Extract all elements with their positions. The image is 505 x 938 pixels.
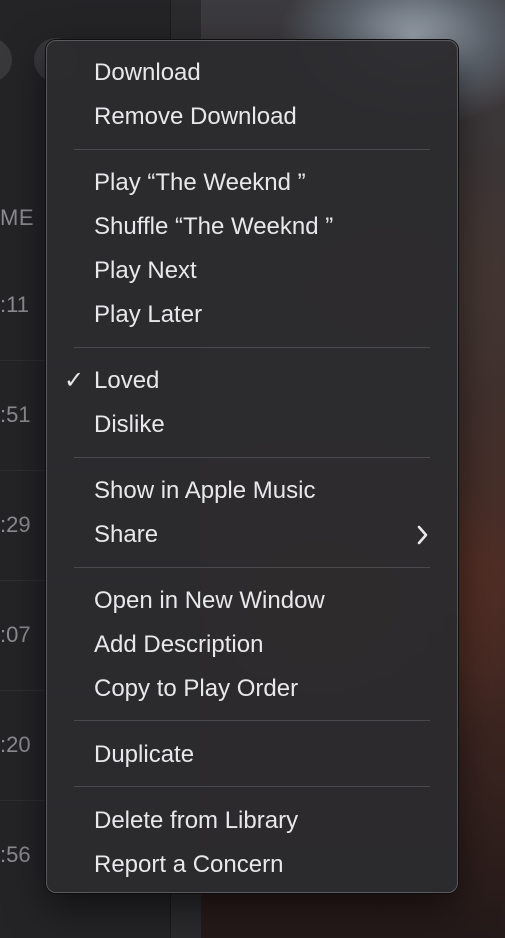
song-duration: :29 xyxy=(0,512,31,537)
menu-separator xyxy=(74,457,430,458)
menu-item-label: Open in New Window xyxy=(94,587,325,614)
menu-item-label: Duplicate xyxy=(94,741,195,768)
menu-item-share[interactable]: Share xyxy=(73,513,431,557)
menu-separator xyxy=(74,720,430,721)
menu-item-label: Share xyxy=(94,521,159,548)
menu-item-label: Shuffle “The Weeknd ” xyxy=(94,213,334,240)
menu-item-label: Show in Apple Music xyxy=(94,477,316,504)
menu-item-label: Remove Download xyxy=(94,103,297,130)
menu-item-loved[interactable]: ✓ Loved xyxy=(64,359,431,403)
chevron-right-icon xyxy=(417,525,428,545)
menu-item-label: Loved xyxy=(94,367,160,394)
context-menu: Download Remove Download Play “The Weekn… xyxy=(46,40,458,893)
menu-item-shuffle[interactable]: Shuffle “The Weeknd ” xyxy=(73,205,431,249)
menu-separator xyxy=(74,149,430,150)
menu-item-play-next[interactable]: Play Next xyxy=(73,249,431,293)
menu-item-label: Play Later xyxy=(94,301,203,328)
menu-item-play-later[interactable]: Play Later xyxy=(73,293,431,337)
menu-item-remove-download[interactable]: Remove Download xyxy=(73,95,431,139)
menu-item-label: Copy to Play Order xyxy=(94,675,299,702)
menu-item-report-a-concern[interactable]: Report a Concern xyxy=(73,843,431,887)
screen: ME :11 :51 :29 :07 :20 :56 Download Remo… xyxy=(0,0,505,938)
menu-item-copy-to-play-order[interactable]: Copy to Play Order xyxy=(73,667,431,711)
menu-item-show-in-apple-music[interactable]: Show in Apple Music xyxy=(73,469,431,513)
song-duration: :07 xyxy=(0,622,31,647)
song-duration: :11 xyxy=(0,292,29,317)
menu-item-play[interactable]: Play “The Weeknd ” xyxy=(73,161,431,205)
menu-item-label: Delete from Library xyxy=(94,807,299,834)
song-duration: :51 xyxy=(0,402,31,427)
menu-item-add-description[interactable]: Add Description xyxy=(73,623,431,667)
menu-item-label: Play “The Weeknd ” xyxy=(94,169,306,196)
menu-item-label: Add Description xyxy=(94,631,264,658)
menu-item-label: Report a Concern xyxy=(94,851,284,878)
menu-item-download[interactable]: Download xyxy=(73,51,431,95)
song-duration: :56 xyxy=(0,842,31,867)
menu-separator xyxy=(74,347,430,348)
toolbar-round-button[interactable] xyxy=(0,38,12,82)
song-duration: :20 xyxy=(0,732,31,757)
checkmark-icon: ✓ xyxy=(64,367,85,394)
menu-item-dislike[interactable]: Dislike xyxy=(73,403,431,447)
menu-item-duplicate[interactable]: Duplicate xyxy=(73,733,431,777)
menu-item-label: Play Next xyxy=(94,257,197,284)
menu-item-open-in-new-window[interactable]: Open in New Window xyxy=(73,579,431,623)
menu-item-delete-from-library[interactable]: Delete from Library xyxy=(73,799,431,843)
time-column-header[interactable]: ME xyxy=(0,205,34,231)
menu-separator xyxy=(74,786,430,787)
menu-item-label: Dislike xyxy=(94,411,165,438)
menu-item-label: Download xyxy=(94,59,201,86)
menu-separator xyxy=(74,567,430,568)
